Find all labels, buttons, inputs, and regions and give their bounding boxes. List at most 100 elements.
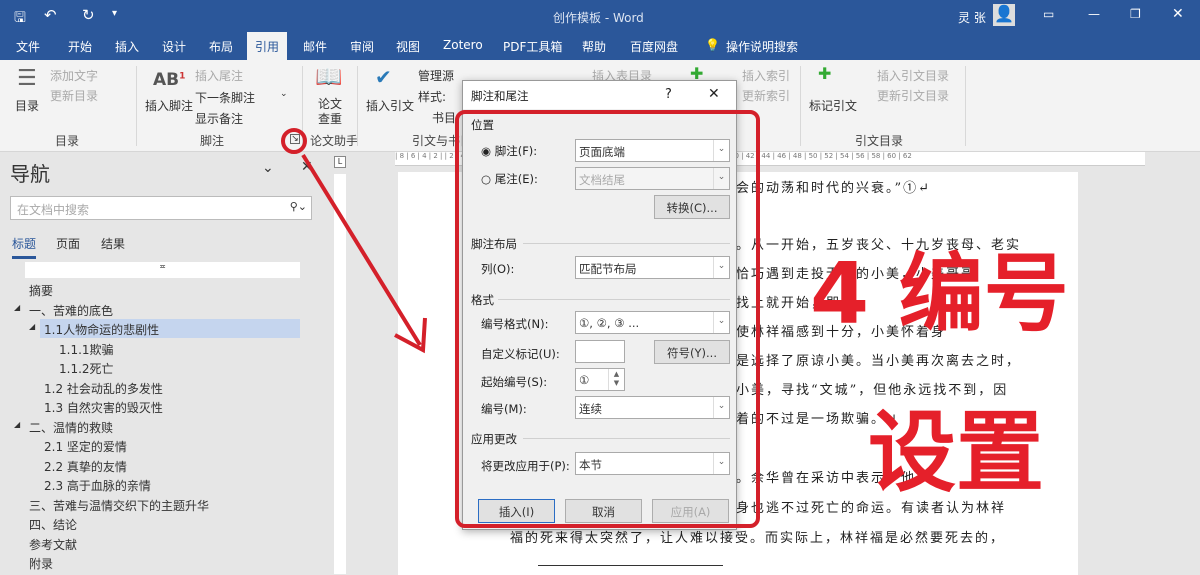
nav-heading-item[interactable]: 2.2 真挚的友情 (44, 458, 127, 475)
expand-triangle-icon[interactable]: ◢ (14, 420, 20, 429)
annotation-line2: 设置 (868, 401, 1045, 504)
nav-heading-item[interactable]: 2.3 高于血脉的亲情 (44, 477, 151, 494)
nav-heading-item[interactable]: 摘要 (29, 282, 53, 299)
nav-tab-headings[interactable]: 标题 (12, 235, 37, 259)
tab-view[interactable]: 视图 (396, 38, 420, 55)
redo-icon[interactable]: ↻ (82, 6, 95, 24)
tab-mailings[interactable]: 邮件 (303, 38, 327, 55)
document-title: 创作模板 - Word (553, 11, 644, 25)
group-label-toa: 引文目录 (855, 134, 904, 148)
user-name: 灵 张 (958, 11, 986, 25)
update-index-button[interactable]: 更新索引 (742, 87, 790, 104)
manage-sources-button[interactable]: 管理源 (418, 67, 454, 84)
ribbon-display-icon[interactable]: ▭ (1043, 7, 1054, 21)
close-icon[interactable]: ✕ (1172, 6, 1184, 22)
bibliography-button[interactable]: 书目 (432, 109, 456, 126)
collapse-all-bar[interactable]: ≖ (25, 262, 300, 278)
nav-heading-item[interactable]: 1.2 社会动乱的多发性 (44, 380, 163, 397)
update-toc-button[interactable]: 更新目录 (50, 87, 98, 104)
divider (136, 66, 137, 146)
expand-triangle-icon[interactable]: ◢ (14, 303, 20, 312)
insert-citation-button[interactable]: 插入引文 (366, 97, 414, 114)
divider (965, 66, 966, 146)
annotation-step: 4 编号 (810, 250, 1069, 340)
title-bar: 🖫 ↶ ↻ ▾ 创作模板 - Word 灵 张 👤 ▭ — ❐ ✕ (0, 0, 1200, 32)
toc-button[interactable]: 目录 (15, 97, 39, 114)
next-footnote-button[interactable]: 下一条脚注 (195, 89, 255, 106)
dialog-title: 脚注和尾注 (471, 89, 529, 103)
undo-icon[interactable]: ↶ (44, 6, 57, 24)
nav-heading-item[interactable]: 附录 (29, 555, 53, 572)
group-label-footnotes: 脚注 (200, 134, 225, 148)
nav-heading-item[interactable]: 1.1人物命运的悲剧性 (44, 321, 159, 338)
nav-title: 导航 (10, 162, 50, 186)
update-table-of-authorities-button[interactable]: 更新引文目录 (877, 87, 949, 104)
tab-references[interactable]: 引用 (247, 32, 288, 60)
annotation-number: 4 (810, 245, 870, 344)
mark-citation-button[interactable]: 标记引文 (809, 97, 857, 114)
tab-help[interactable]: 帮助 (582, 38, 606, 55)
highlight-frame (455, 110, 760, 528)
doc-line: 小美，寻找“文城”，但他永远找不到，因 (736, 383, 1009, 398)
mark-citation-icon: ✚ (818, 64, 832, 83)
nav-heading-item[interactable]: 1.1.1欺骗 (59, 341, 114, 358)
nav-heading-item[interactable]: 参考文献 (29, 536, 77, 553)
divider (800, 66, 801, 146)
save-icon[interactable]: 🖫 (14, 7, 26, 31)
add-text-button[interactable]: 添加文字 (50, 67, 98, 84)
help-icon[interactable]: ? (665, 87, 672, 102)
group-label-toc: 目录 (55, 134, 80, 148)
insert-endnote-button[interactable]: 插入尾注 (195, 67, 243, 84)
minimize-icon[interactable]: — (1088, 7, 1100, 21)
dialog-close-icon[interactable]: ✕ (708, 86, 720, 102)
tab-insert[interactable]: 插入 (115, 38, 139, 55)
nav-search-placeholder: 在文档中搜索 (17, 203, 90, 217)
nav-heading-item[interactable]: 1.3 自然灾害的毁灭性 (44, 399, 163, 416)
footnote-ab-icon: AB1 (153, 70, 186, 90)
arrow-icon (301, 153, 427, 354)
paper-check-icon: 📖 (315, 65, 343, 90)
chevron-down-icon[interactable]: ⌄ (280, 89, 288, 99)
restore-icon[interactable]: ❐ (1130, 7, 1141, 21)
nav-search-input[interactable]: 在文档中搜索 ⚲⌄ (10, 196, 312, 220)
tell-me-search[interactable]: 操作说明搜索 (726, 38, 798, 55)
avatar[interactable]: 👤 (993, 4, 1015, 26)
annotation-line1: 编号 (898, 245, 1069, 344)
nav-options-chevron-icon[interactable]: ⌄ (262, 160, 274, 176)
nav-tab-results[interactable]: 结果 (101, 235, 125, 252)
ribbon-tabs: 文件 开始 插入 设计 布局 引用 邮件 审阅 视图 Zotero PDF工具箱… (0, 32, 1200, 60)
tab-layout[interactable]: 布局 (209, 38, 233, 55)
lightbulb-icon: 💡 (705, 38, 720, 52)
insert-index-button[interactable]: 插入索引 (742, 67, 790, 84)
divider (357, 66, 358, 146)
nav-heading-item[interactable]: 一、苦难的底色 (29, 302, 113, 319)
paper-check-button[interactable]: 论文 查重 (318, 97, 342, 127)
doc-line: 是选择了原谅小美。当小美再次离去之时， (736, 354, 1022, 369)
tab-home[interactable]: 开始 (68, 38, 92, 55)
show-notes-button[interactable]: 显示备注 (195, 110, 243, 127)
doc-line: 会的动荡和时代的兴衰。”①↵ (736, 181, 932, 196)
nav-heading-item[interactable]: 2.1 坚定的爱情 (44, 438, 127, 455)
insert-footnote-button[interactable]: 插入脚注 (145, 97, 193, 114)
tab-review[interactable]: 审阅 (350, 38, 374, 55)
nav-heading-item[interactable]: 二、温情的救赎 (29, 419, 113, 436)
expand-triangle-icon[interactable]: ◢ (29, 322, 35, 331)
tab-zotero[interactable]: Zotero (443, 38, 483, 52)
nav-heading-item[interactable]: 三、苦难与温情交织下的主题升华 (29, 497, 209, 514)
tab-pdf-tools[interactable]: PDF工具箱 (503, 38, 562, 55)
customize-toolbar-icon[interactable]: ▾ (112, 8, 117, 19)
tab-file[interactable]: 文件 (16, 38, 40, 55)
nav-heading-item[interactable]: 四、结论 (29, 516, 77, 533)
nav-tab-pages[interactable]: 页面 (56, 235, 80, 252)
insert-table-of-authorities-button[interactable]: 插入引文目录 (877, 67, 949, 84)
footnote-separator (538, 565, 723, 566)
tab-baidu-netdisk[interactable]: 百度网盘 (630, 38, 678, 55)
group-label-paper-assistant: 论文助手 (310, 134, 359, 148)
tab-design[interactable]: 设计 (162, 38, 186, 55)
citation-style-select[interactable]: 样式: (418, 88, 446, 105)
insert-citation-icon: ✔ (375, 65, 392, 89)
nav-heading-item[interactable]: 1.1.2死亡 (59, 360, 114, 377)
navigation-pane: 导航 ⌄ ✕ 在文档中搜索 ⚲⌄ 标题 页面 结果 ≖ 摘要 ◢ 一、苦难的底色 ◢ 1… (0, 152, 328, 575)
toc-icon: ☰ (17, 66, 37, 91)
dialog-title-bar[interactable]: 脚注和尾注 ? ✕ (463, 81, 736, 109)
